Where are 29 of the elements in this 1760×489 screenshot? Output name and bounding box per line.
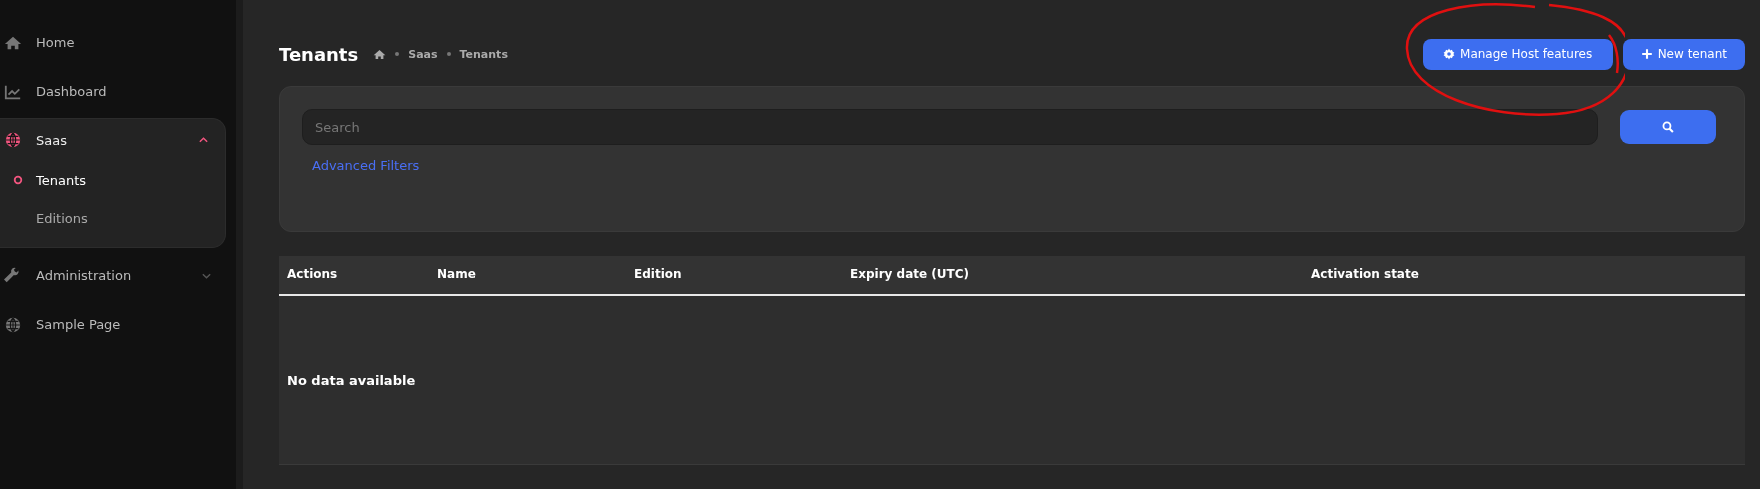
gear-icon <box>1443 48 1456 60</box>
sidebar-item[interactable]: Sample Page <box>0 300 236 349</box>
chevron-down-icon <box>201 271 212 280</box>
sidebar-item[interactable]: Dashboard <box>0 67 236 116</box>
sidebar-item[interactable]: Home <box>0 18 236 67</box>
circle-icon <box>13 175 23 185</box>
search-icon <box>1661 120 1675 134</box>
sidebar-subitem[interactable]: Tenants <box>0 161 225 199</box>
column-header[interactable]: Name <box>437 267 476 281</box>
column-header[interactable]: Expiry date (UTC) <box>850 267 969 281</box>
empty-message: No data available <box>287 372 416 388</box>
sidebar-subitem[interactable]: Editions <box>0 199 225 237</box>
search-button[interactable] <box>1620 110 1716 144</box>
chevron-up-icon <box>198 136 209 144</box>
column-header[interactable]: Actions <box>287 267 338 281</box>
breadcrumb-link[interactable]: Tenants <box>459 47 508 61</box>
home-icon[interactable] <box>373 47 387 61</box>
action-button[interactable]: Manage Host features <box>1422 38 1613 70</box>
column-header[interactable]: Activation state <box>1311 267 1419 281</box>
page-title: Tenants <box>279 43 359 65</box>
globe-icon <box>4 131 22 149</box>
action-button[interactable]: New tenant <box>1622 38 1745 70</box>
sidebar-item[interactable]: Saas <box>0 119 225 161</box>
search-field[interactable]: Search <box>302 109 1598 145</box>
plus-icon <box>1640 48 1653 60</box>
column-header[interactable]: Edition <box>634 267 682 281</box>
sidebar-item[interactable]: Administration <box>0 251 236 300</box>
globe-icon <box>4 315 22 334</box>
breadcrumb-link[interactable]: Saas <box>408 47 438 61</box>
